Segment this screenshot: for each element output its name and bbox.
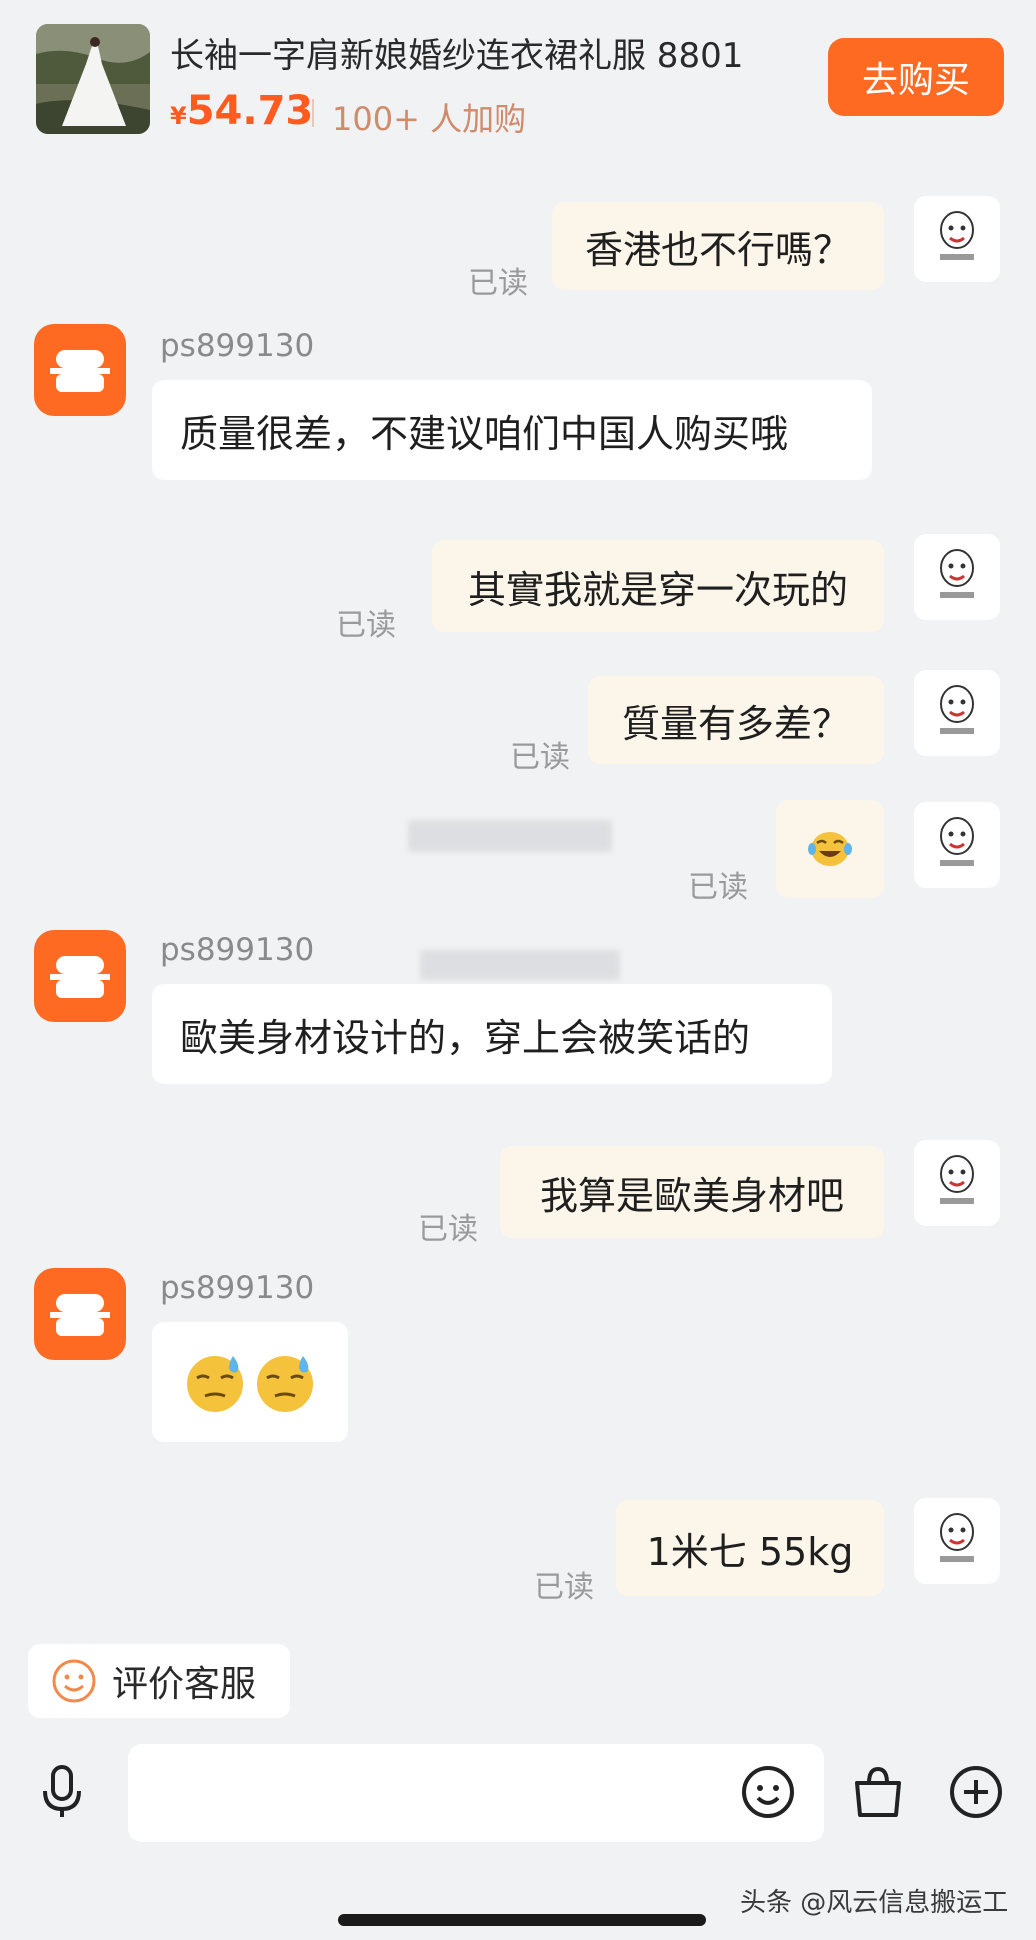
- currency-symbol: ¥: [170, 102, 187, 130]
- voice-button[interactable]: [30, 1760, 94, 1824]
- blurred-text: [420, 950, 620, 980]
- order-button[interactable]: [846, 1760, 910, 1824]
- input-bar: [0, 1738, 1036, 1856]
- home-indicator[interactable]: [338, 1914, 706, 1926]
- avatar-face-icon: [940, 1155, 974, 1204]
- blurred-text: [408, 820, 612, 852]
- microphone-icon: [43, 1765, 81, 1817]
- shop-avatar[interactable]: [34, 324, 126, 416]
- shop-avatar[interactable]: [34, 1268, 126, 1360]
- price-amount: 54.73: [186, 88, 314, 134]
- read-receipt: 已读: [418, 1212, 478, 1247]
- message-bubble[interactable]: 歐美身材设计的，穿上会被笑话的: [152, 984, 832, 1084]
- product-title: 长袖一字肩新娘婚纱连衣裙礼服 8801: [170, 36, 744, 76]
- sweat-emoji-icon: [257, 1356, 313, 1412]
- user-avatar[interactable]: [914, 802, 1000, 888]
- plus-circle-icon: [950, 1766, 1002, 1818]
- emoji-button[interactable]: [736, 1760, 800, 1824]
- sender-name: ps899130: [160, 1270, 315, 1306]
- avatar-face-icon: [940, 685, 974, 734]
- more-button[interactable]: [944, 1760, 1008, 1824]
- laughing-emoji-icon: [808, 832, 852, 866]
- message-bubble[interactable]: [152, 1322, 348, 1442]
- message-bubble[interactable]: 质量很差，不建议咱们中国人购买哦: [152, 380, 872, 480]
- shop-logo-icon: [50, 956, 110, 998]
- watermark: 头条 @风云信息搬运工: [740, 1888, 1009, 1918]
- rate-service-button[interactable]: 评价客服: [28, 1644, 290, 1718]
- message-bubble[interactable]: [776, 800, 884, 898]
- message-input[interactable]: [128, 1744, 824, 1842]
- sender-name: ps899130: [160, 932, 315, 968]
- message-bubble[interactable]: 1米七 55kg: [616, 1500, 884, 1596]
- smiley-icon: [52, 1659, 96, 1703]
- sender-name: ps899130: [160, 328, 315, 364]
- divider: [312, 99, 314, 127]
- user-avatar[interactable]: [914, 534, 1000, 620]
- avatar-face-icon: [940, 549, 974, 598]
- shop-avatar[interactable]: [34, 930, 126, 1022]
- user-avatar[interactable]: [914, 670, 1000, 756]
- rate-service-label: 评价客服: [112, 1664, 257, 1705]
- message-bubble[interactable]: 香港也不行嗎？: [552, 202, 884, 290]
- product-image[interactable]: [36, 24, 150, 134]
- read-receipt: 已读: [688, 870, 748, 905]
- buy-button[interactable]: 去购买: [828, 38, 1004, 116]
- read-receipt: 已读: [336, 608, 396, 643]
- sweat-emoji-icon: [187, 1356, 243, 1412]
- shopping-bag-icon: [855, 1766, 901, 1817]
- product-price: ¥54.73: [170, 88, 313, 134]
- user-avatar[interactable]: [914, 196, 1000, 282]
- message-bubble[interactable]: 其實我就是穿一次玩的: [432, 540, 884, 632]
- emoji-icon: [742, 1766, 794, 1818]
- added-to-cart-count: 100+ 人加购: [332, 100, 527, 138]
- message-bubble[interactable]: 質量有多差？: [588, 676, 884, 764]
- read-receipt: 已读: [534, 1570, 594, 1605]
- shop-logo-icon: [50, 1294, 110, 1336]
- read-receipt: 已读: [468, 266, 528, 301]
- product-card[interactable]: 长袖一字肩新娘婚纱连衣裙礼服 8801 ¥54.73 100+ 人加购 去购买: [0, 0, 1036, 140]
- avatar-face-icon: [940, 1513, 974, 1562]
- shop-logo-icon: [50, 350, 110, 392]
- message-bubble[interactable]: 我算是歐美身材吧: [500, 1146, 884, 1238]
- read-receipt: 已读: [510, 740, 570, 775]
- user-avatar[interactable]: [914, 1498, 1000, 1584]
- avatar-face-icon: [940, 817, 974, 866]
- user-avatar[interactable]: [914, 1140, 1000, 1226]
- avatar-face-icon: [940, 211, 974, 260]
